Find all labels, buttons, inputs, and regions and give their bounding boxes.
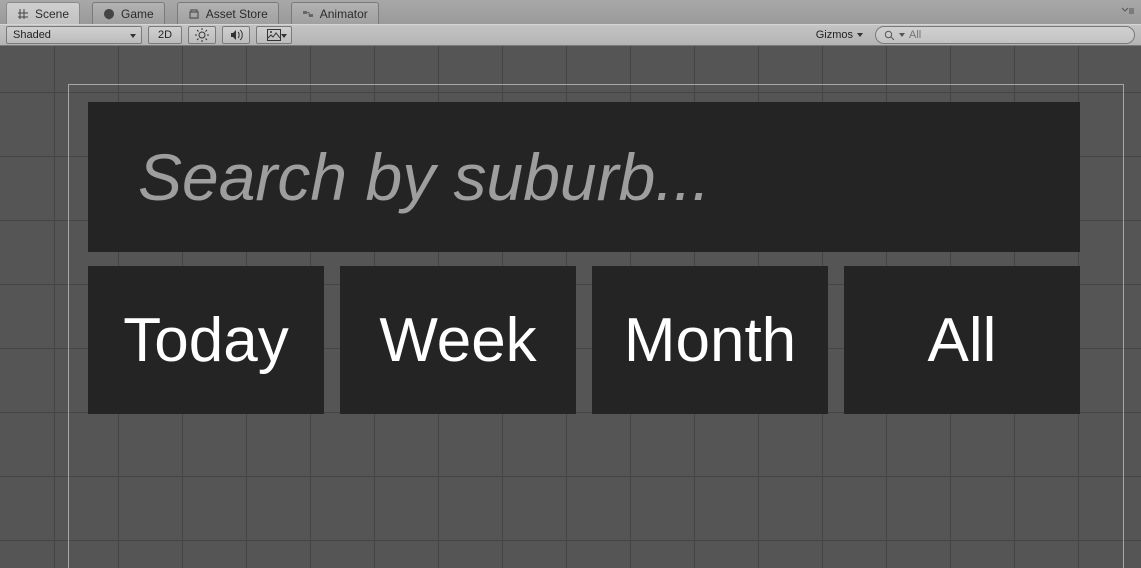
- hierarchy-search[interactable]: [875, 26, 1135, 44]
- tab-scene[interactable]: Scene: [6, 2, 80, 24]
- button-label: Today: [123, 305, 288, 376]
- chevron-down-icon: [857, 33, 863, 37]
- scene-viewport-wrap: Search by suburb... Today Week Month All: [0, 46, 1141, 568]
- render-mode-label: Shaded: [13, 29, 51, 41]
- tab-label: Animator: [320, 7, 368, 21]
- scene-toolbar: Shaded 2D Gizmos: [0, 24, 1141, 46]
- filter-button-all[interactable]: All: [844, 266, 1080, 414]
- lighting-toggle[interactable]: [188, 26, 216, 44]
- tab-game[interactable]: Game: [92, 2, 165, 24]
- render-mode-dropdown[interactable]: Shaded: [6, 26, 142, 44]
- scene-icon: [17, 8, 29, 20]
- tab-asset-store[interactable]: Asset Store: [177, 2, 279, 24]
- filter-button-row: Today Week Month All: [88, 266, 1080, 414]
- tab-label: Scene: [35, 7, 69, 21]
- sun-icon: [195, 28, 209, 42]
- animator-icon: [302, 8, 314, 20]
- ui-search-placeholder: Search by suburb...: [138, 139, 710, 215]
- audio-toggle[interactable]: [222, 26, 250, 44]
- button-label: All: [928, 305, 997, 376]
- filter-button-month[interactable]: Month: [592, 266, 828, 414]
- 2d-label: 2D: [158, 29, 172, 41]
- hierarchy-search-input[interactable]: [909, 29, 1126, 41]
- asset-store-icon: [188, 8, 200, 20]
- filter-button-week[interactable]: Week: [340, 266, 576, 414]
- button-label: Week: [379, 305, 536, 376]
- audio-icon: [229, 28, 243, 42]
- filter-button-today[interactable]: Today: [88, 266, 324, 414]
- gizmos-label: Gizmos: [816, 29, 853, 41]
- image-icon: [267, 29, 281, 41]
- editor-tabs: Scene Game Asset Store Animator: [0, 0, 1141, 24]
- button-label: Month: [624, 305, 796, 376]
- chevron-down-icon: [281, 34, 287, 38]
- search-icon: [884, 30, 895, 41]
- game-icon: [103, 8, 115, 20]
- tab-label: Asset Store: [206, 7, 268, 21]
- tab-label: Game: [121, 7, 154, 21]
- gizmos-dropdown[interactable]: Gizmos: [810, 26, 869, 44]
- ui-search-box[interactable]: Search by suburb...: [88, 102, 1080, 252]
- chevron-down-icon: [899, 33, 905, 37]
- tab-animator[interactable]: Animator: [291, 2, 379, 24]
- 2d-toggle[interactable]: 2D: [148, 26, 182, 44]
- panel-options-icon[interactable]: [1119, 4, 1137, 18]
- effects-toggle[interactable]: [256, 26, 292, 44]
